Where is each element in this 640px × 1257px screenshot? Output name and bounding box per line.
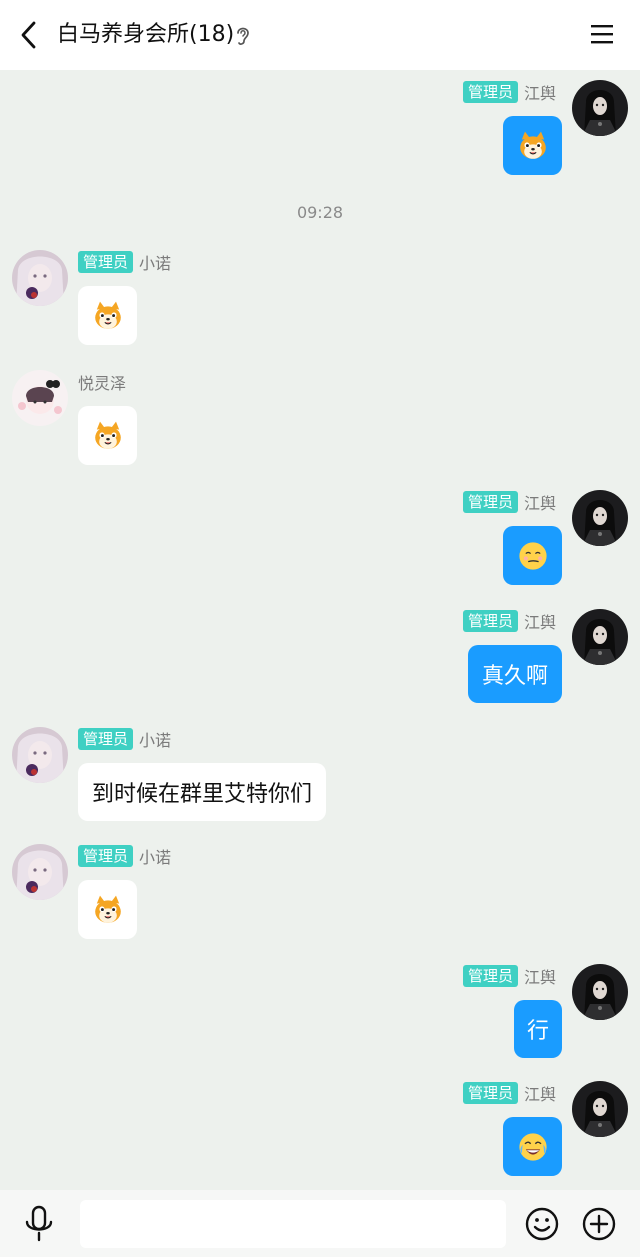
sticker-message[interactable] (503, 1117, 562, 1176)
avatar[interactable] (12, 250, 68, 306)
avatar[interactable] (12, 370, 68, 426)
smirk-face-emoji (517, 540, 549, 572)
microphone-icon[interactable] (24, 1205, 54, 1243)
sender-name[interactable]: 江舆 (524, 490, 556, 514)
avatar[interactable] (572, 80, 628, 136)
text-message[interactable]: 行 (513, 1000, 562, 1058)
admin-badge: 管理员 (462, 491, 518, 513)
message-sender-row: 管理员 江舆 (462, 80, 556, 104)
message-sender-row: 管理员 江舆 (462, 490, 556, 514)
admin-badge: 管理员 (78, 845, 134, 867)
sticker-message[interactable] (503, 526, 562, 585)
admin-badge: 管理员 (462, 610, 518, 632)
message-sender-row: 悦灵泽 (78, 370, 126, 394)
shiba-dog-emoji (517, 130, 549, 162)
avatar[interactable] (12, 844, 68, 900)
sender-name[interactable]: 小诺 (139, 844, 171, 868)
admin-badge: 管理员 (462, 81, 518, 103)
sticker-message[interactable] (503, 116, 562, 175)
plus-circle-icon[interactable] (582, 1207, 616, 1241)
message-sender-row: 管理员 小诺 (78, 250, 171, 274)
avatar[interactable] (572, 490, 628, 546)
message-timestamp: 09:28 (296, 203, 344, 222)
chat-header: 白马养身会所(18) (0, 0, 640, 70)
menu-icon[interactable] (590, 22, 614, 46)
sticker-message[interactable] (78, 880, 137, 939)
avatar[interactable] (12, 727, 68, 783)
avatar[interactable] (572, 609, 628, 665)
message-sender-row: 管理员 江舆 (462, 1081, 556, 1105)
message-sender-row: 管理员 江舆 (462, 609, 556, 633)
admin-badge: 管理员 (78, 728, 134, 750)
sender-name[interactable]: 江舆 (524, 609, 556, 633)
avatar[interactable] (572, 964, 628, 1020)
shiba-dog-emoji (92, 420, 124, 452)
text-message[interactable]: 到时候在群里艾特你们 (78, 763, 327, 821)
message-sender-row: 管理员 小诺 (78, 727, 171, 751)
input-bar (0, 1190, 640, 1257)
message-input[interactable] (80, 1200, 506, 1248)
message-sender-row: 管理员 小诺 (78, 844, 171, 868)
sender-name[interactable]: 小诺 (139, 250, 171, 274)
message-sender-row: 管理员 江舆 (462, 964, 556, 988)
sticker-message[interactable] (78, 406, 137, 465)
sender-name[interactable]: 江舆 (524, 1081, 556, 1105)
sticker-message[interactable] (78, 286, 137, 345)
sender-name[interactable]: 江舆 (524, 964, 556, 988)
back-button[interactable] (14, 18, 44, 52)
sender-name[interactable]: 小诺 (139, 727, 171, 751)
admin-badge: 管理员 (78, 251, 134, 273)
ear-icon[interactable] (234, 24, 252, 46)
smiley-icon[interactable] (525, 1207, 559, 1241)
sender-name[interactable]: 悦灵泽 (78, 370, 126, 394)
admin-badge: 管理员 (462, 1082, 518, 1104)
avatar[interactable] (572, 1081, 628, 1137)
shiba-dog-emoji (92, 894, 124, 926)
chat-title[interactable]: 白马养身会所(18) (57, 20, 234, 50)
admin-badge: 管理员 (462, 965, 518, 987)
text-message[interactable]: 真久啊 (467, 645, 562, 703)
chevron-left-icon (21, 21, 36, 49)
tears-of-joy-emoji (517, 1131, 549, 1163)
sender-name[interactable]: 江舆 (524, 80, 556, 104)
shiba-dog-emoji (92, 300, 124, 332)
